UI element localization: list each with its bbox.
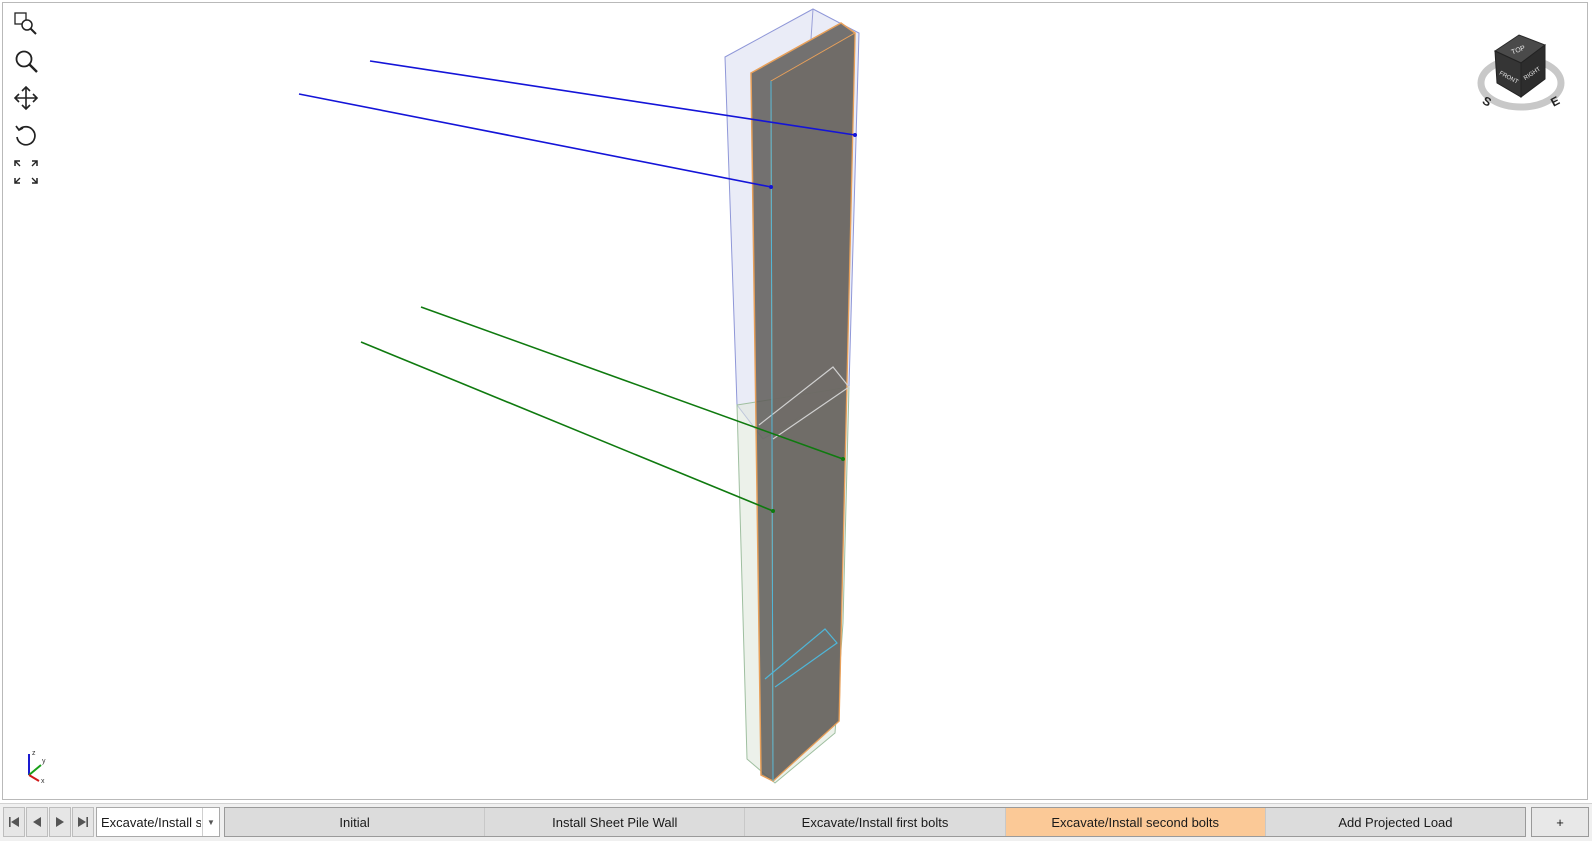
- zoom-icon: [15, 50, 38, 73]
- first-stage-button[interactable]: [3, 807, 25, 837]
- view-cube[interactable]: TOP FRONT RIGHT S E: [1473, 27, 1569, 115]
- rotate-button[interactable]: [11, 120, 41, 150]
- bolt-lower-2-anchor: [771, 509, 775, 513]
- stage-select-value: Excavate/Install se: [101, 815, 201, 830]
- view-toolbar: [11, 9, 45, 194]
- zoom-window-button[interactable]: [11, 9, 41, 39]
- stage-bar: Excavate/Install se ▼ Initial Install Sh…: [0, 803, 1592, 841]
- chevron-down-icon[interactable]: ▼: [202, 808, 219, 836]
- bolt-lower-2: [360, 341, 774, 512]
- sheet-pile-wall-side: [770, 32, 856, 783]
- compass-east-label[interactable]: E: [1548, 93, 1562, 109]
- last-stage-button[interactable]: [72, 807, 94, 837]
- stage-select[interactable]: Excavate/Install se ▼: [96, 807, 220, 837]
- axis-x-label: x: [41, 778, 45, 785]
- next-stage-button[interactable]: [49, 807, 71, 837]
- stage-tabs: Initial Install Sheet Pile Wall Excavate…: [224, 807, 1526, 837]
- first-stage-icon: [9, 817, 19, 827]
- pan-icon: [13, 85, 39, 111]
- last-stage-icon: [78, 817, 88, 827]
- tab-excavate-install-second-bolts[interactable]: Excavate/Install second bolts: [1005, 808, 1266, 836]
- tab-excavate-install-first-bolts[interactable]: Excavate/Install first bolts: [745, 808, 1006, 836]
- bolt-upper-1-anchor: [853, 133, 857, 137]
- axis-triad: z y x: [28, 750, 46, 785]
- pan-button[interactable]: [11, 83, 41, 113]
- axis-z-label: z: [32, 750, 36, 757]
- axis-y-label: y: [42, 758, 46, 765]
- add-stage-button[interactable]: +: [1531, 807, 1589, 837]
- tab-install-sheet-pile-wall[interactable]: Install Sheet Pile Wall: [485, 808, 746, 836]
- tab-add-projected-load[interactable]: Add Projected Load: [1265, 808, 1526, 836]
- tab-initial[interactable]: Initial: [225, 808, 486, 836]
- next-stage-icon: [56, 817, 64, 827]
- bolt-upper-2-anchor: [769, 185, 773, 189]
- bolt-upper-2: [298, 93, 772, 188]
- model-scene: [298, 8, 860, 784]
- zoom-window-icon: [14, 12, 37, 35]
- zoom-extents-icon: [14, 160, 38, 184]
- previous-stage-button[interactable]: [26, 807, 48, 837]
- bolt-lower-1-anchor: [841, 457, 845, 461]
- zoom-button[interactable]: [11, 46, 41, 76]
- zoom-extents-button[interactable]: [11, 157, 41, 187]
- previous-stage-icon: [33, 817, 41, 827]
- rotate-icon: [15, 125, 36, 146]
- 3d-viewport[interactable]: TOP FRONT RIGHT S E z y x: [2, 2, 1588, 800]
